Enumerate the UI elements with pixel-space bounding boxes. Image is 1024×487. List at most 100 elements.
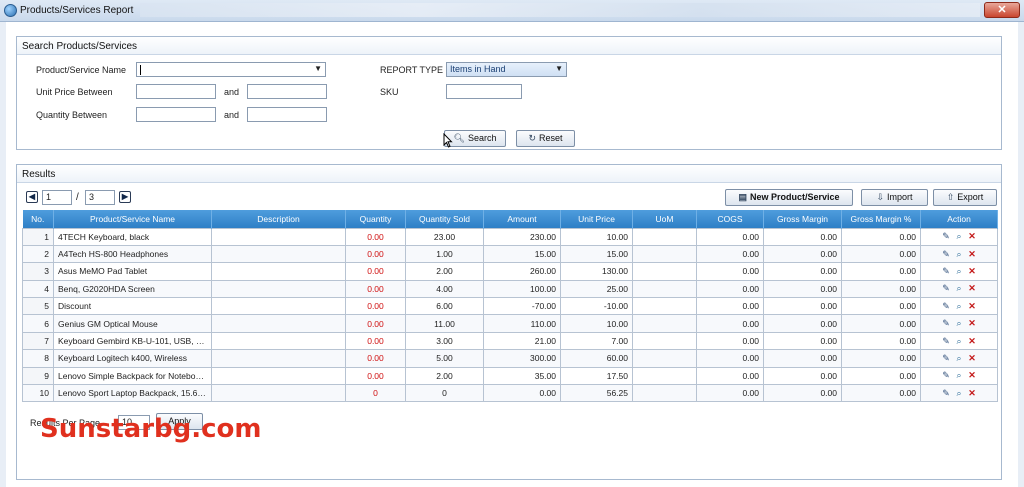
product-name-cell: A4Tech HS-800 Headphones bbox=[53, 244, 212, 264]
table-row[interactable]: 9 Lenovo Simple Backpack for Notebook ...… bbox=[22, 366, 998, 386]
quantity-sold-cell: 23.00 bbox=[405, 227, 484, 246]
delete-icon[interactable]: ✕ bbox=[966, 249, 979, 260]
unit-price-cell: 130.00 bbox=[560, 262, 633, 281]
quantity-sold-cell: 3.00 bbox=[405, 331, 484, 351]
delete-icon[interactable]: ✕ bbox=[966, 370, 979, 381]
view-icon[interactable]: ⌕ bbox=[953, 336, 966, 347]
view-icon[interactable]: ⌕ bbox=[953, 301, 966, 312]
view-icon[interactable]: ⌕ bbox=[953, 318, 966, 329]
quantity-cell: 0.00 bbox=[345, 262, 406, 281]
table-row[interactable]: 1 4TECH Keyboard, black 0.00 23.00 230.00 10.… bbox=[22, 227, 998, 246]
uom-cell bbox=[632, 279, 697, 299]
view-icon[interactable]: ⌕ bbox=[953, 370, 966, 381]
column-header-no[interactable]: No. bbox=[22, 210, 54, 228]
view-icon[interactable]: ⌕ bbox=[953, 231, 966, 242]
amount-cell: 0.00 bbox=[483, 384, 561, 403]
export-button[interactable]: ⇧ Export bbox=[933, 189, 997, 206]
description-cell bbox=[211, 349, 346, 368]
import-button[interactable]: ⇩ Import bbox=[861, 189, 928, 206]
quantity-sold-cell: 1.00 bbox=[405, 244, 484, 264]
edit-icon[interactable]: ✎ bbox=[940, 370, 953, 381]
quantity-sold-cell: 2.00 bbox=[405, 366, 484, 386]
column-header-unit-price[interactable]: Unit Price bbox=[560, 210, 633, 228]
column-header-quantity-sold[interactable]: Quantity Sold bbox=[405, 210, 484, 228]
quantity-max-input[interactable] bbox=[247, 107, 327, 122]
view-icon[interactable]: ⌕ bbox=[953, 388, 966, 399]
table-row[interactable]: 10 Lenovo Sport Laptop Backpack, 15.6",..… bbox=[22, 384, 998, 403]
next-page-button[interactable]: ▶ bbox=[119, 191, 131, 203]
cogs-cell: 0.00 bbox=[696, 297, 764, 316]
delete-icon[interactable]: ✕ bbox=[966, 388, 979, 399]
report-type-select[interactable]: Items in Hand ▼ bbox=[446, 62, 567, 77]
delete-icon[interactable]: ✕ bbox=[966, 301, 979, 312]
amount-cell: -70.00 bbox=[483, 297, 561, 316]
unit-price-min-input[interactable] bbox=[136, 84, 216, 99]
sku-input[interactable] bbox=[446, 84, 522, 99]
reset-button[interactable]: ↻ Reset bbox=[516, 130, 575, 147]
delete-icon[interactable]: ✕ bbox=[966, 336, 979, 347]
delete-icon[interactable]: ✕ bbox=[966, 231, 979, 242]
gross-margin-cell: 0.00 bbox=[763, 366, 842, 386]
column-header-cogs[interactable]: COGS bbox=[696, 210, 764, 228]
gross-margin-percent-cell: 0.00 bbox=[841, 349, 921, 368]
mouse-cursor-icon bbox=[443, 133, 453, 148]
view-icon[interactable]: ⌕ bbox=[953, 353, 966, 364]
table-row[interactable]: 3 Asus MeMO Pad Tablet 0.00 2.00 260.00 130.0… bbox=[22, 262, 998, 281]
view-icon[interactable]: ⌕ bbox=[953, 266, 966, 277]
action-cell: ✎ ⌕ ✕ bbox=[920, 262, 998, 281]
table-row[interactable]: 7 Keyboard Gembird KB-U-101, USB, Black 0.… bbox=[22, 331, 998, 351]
quantity-sold-cell: 2.00 bbox=[405, 262, 484, 281]
column-header-gross-margin[interactable]: Gross Margin bbox=[763, 210, 842, 228]
gross-margin-cell: 0.00 bbox=[763, 279, 842, 299]
delete-icon[interactable]: ✕ bbox=[966, 266, 979, 277]
edit-icon[interactable]: ✎ bbox=[940, 318, 953, 329]
window-title: Products/Services Report bbox=[20, 5, 134, 16]
search-button[interactable]: 🔍︎ Search bbox=[444, 130, 506, 147]
delete-icon[interactable]: ✕ bbox=[966, 318, 979, 329]
edit-icon[interactable]: ✎ bbox=[940, 231, 953, 242]
row-number-cell: 9 bbox=[22, 366, 54, 386]
edit-icon[interactable]: ✎ bbox=[940, 266, 953, 277]
row-number-cell: 2 bbox=[22, 244, 54, 264]
view-icon[interactable]: ⌕ bbox=[953, 283, 966, 294]
product-name-cell: Keyboard Gembird KB-U-101, USB, Black bbox=[53, 331, 212, 351]
table-row[interactable]: 2 A4Tech HS-800 Headphones 0.00 1.00 15.00 15… bbox=[22, 244, 998, 264]
edit-icon[interactable]: ✎ bbox=[940, 388, 953, 399]
edit-icon[interactable]: ✎ bbox=[940, 283, 953, 294]
quantity-min-input[interactable] bbox=[136, 107, 216, 122]
close-window-button[interactable]: ✕ bbox=[984, 2, 1020, 18]
column-header-description[interactable]: Description bbox=[211, 210, 346, 228]
delete-icon[interactable]: ✕ bbox=[966, 353, 979, 364]
cogs-cell: 0.00 bbox=[696, 384, 764, 403]
table-row[interactable]: 8 Keyboard Logitech k400, Wireless 0.00 5.0… bbox=[22, 349, 998, 368]
table-row[interactable]: 4 Benq, G2020HDA Screen 0.00 4.00 100.00 25.0… bbox=[22, 279, 998, 299]
cogs-cell: 0.00 bbox=[696, 366, 764, 386]
column-header-name[interactable]: Product/Service Name bbox=[53, 210, 212, 228]
delete-icon[interactable]: ✕ bbox=[966, 283, 979, 294]
edit-icon[interactable]: ✎ bbox=[940, 353, 953, 364]
unit-price-max-input[interactable] bbox=[247, 84, 327, 99]
description-cell bbox=[211, 227, 346, 246]
column-header-uom[interactable]: UoM bbox=[632, 210, 697, 228]
column-header-amount[interactable]: Amount bbox=[483, 210, 561, 228]
quantity-label: Quantity Between bbox=[36, 110, 108, 120]
new-product-button[interactable]: ▤ New Product/Service bbox=[725, 189, 853, 206]
product-name-cell: Discount bbox=[53, 297, 212, 316]
edit-icon[interactable]: ✎ bbox=[940, 249, 953, 260]
unit-price-cell: 25.00 bbox=[560, 279, 633, 299]
column-header-quantity[interactable]: Quantity bbox=[345, 210, 406, 228]
table-row[interactable]: 5 Discount 0.00 6.00 -70.00 -10.00 0.00 0.00 0.0… bbox=[22, 297, 998, 316]
previous-page-button[interactable]: ◀ bbox=[26, 191, 38, 203]
quantity-sold-cell: 0 bbox=[405, 384, 484, 403]
gross-margin-cell: 0.00 bbox=[763, 227, 842, 246]
amount-cell: 260.00 bbox=[483, 262, 561, 281]
edit-icon[interactable]: ✎ bbox=[940, 336, 953, 347]
current-page-input[interactable]: 1 bbox=[42, 190, 72, 205]
edit-icon[interactable]: ✎ bbox=[940, 301, 953, 312]
description-cell bbox=[211, 384, 346, 403]
table-row[interactable]: 6 Genius GM Optical Mouse 0.00 11.00 110.00 1… bbox=[22, 314, 998, 333]
column-header-gross-margin-percent[interactable]: Gross Margin % bbox=[841, 210, 921, 228]
gross-margin-percent-cell: 0.00 bbox=[841, 227, 921, 246]
product-name-combo[interactable]: ▼ bbox=[136, 62, 326, 77]
view-icon[interactable]: ⌕ bbox=[953, 249, 966, 260]
